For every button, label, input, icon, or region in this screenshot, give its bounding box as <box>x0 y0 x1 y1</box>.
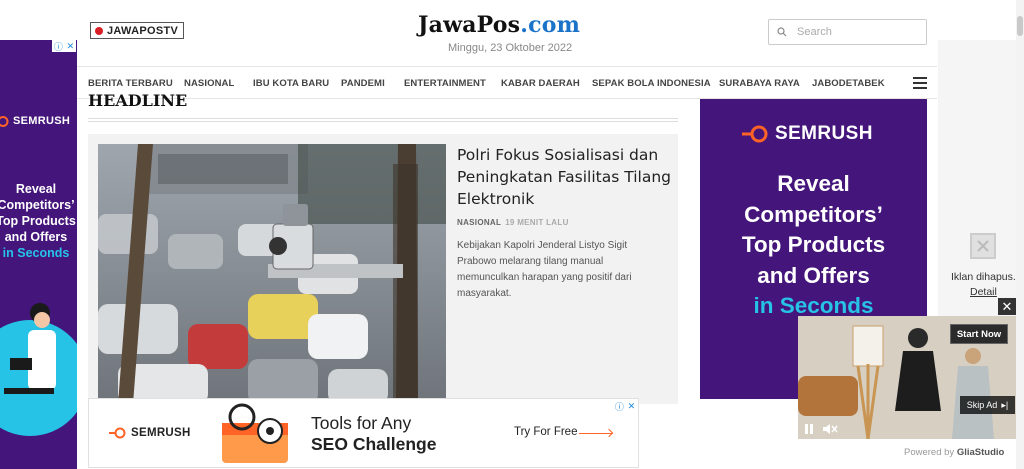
powered-by: Powered by GliaStudio <box>904 447 1005 458</box>
bottom-ad-line2: SEO Challenge <box>311 434 437 454</box>
article-category[interactable]: NASIONAL <box>457 218 501 227</box>
tv-badge-label: JAWAPOSTV <box>107 24 179 37</box>
site-logo[interactable]: JawaPos.com <box>418 12 580 38</box>
nav-item-entertainment[interactable]: ENTERTAINMENT <box>404 78 486 89</box>
section-title: HEADLINE <box>88 91 188 110</box>
page-scrollbar[interactable] <box>1016 0 1024 469</box>
mute-icon[interactable] <box>822 423 838 435</box>
logo-suffix-text: .com <box>520 12 581 38</box>
jawapos-tv-badge[interactable]: JAWAPOSTV <box>90 22 184 39</box>
article-photo[interactable] <box>98 144 446 404</box>
search-input[interactable]: Search <box>768 19 927 45</box>
semrush-logo: SEMRUSH <box>742 123 873 145</box>
section-divider <box>88 118 678 119</box>
traffic-camera-photo <box>98 144 446 404</box>
arrow-right-icon <box>579 433 612 434</box>
nav-item-nasional[interactable]: NASIONAL <box>184 78 234 89</box>
skip-arrow-icon: ▸| <box>1001 399 1009 410</box>
bottom-banner-ad[interactable]: ⓘ ✕ SEMRUSH Tools for Any SEO Challenge T… <box>88 398 639 468</box>
powered-brand[interactable]: GliaStudio <box>957 447 1005 458</box>
toolbox-illustration <box>222 403 288 463</box>
nav-item-jabodetabek[interactable]: JABODETABEK <box>812 78 885 89</box>
section-divider <box>88 121 678 122</box>
current-date: Minggu, 23 Oktober 2022 <box>448 42 573 54</box>
nav-item-surabaya-raya[interactable]: SURABAYA RAYA <box>719 78 800 89</box>
article-time: 19 MENIT LALU <box>505 218 569 227</box>
right-ad-copy: Reveal Competitors’ Top Products and Off… <box>741 171 886 318</box>
start-now-button[interactable]: Start Now <box>950 324 1008 344</box>
semrush-logo: SEMRUSH <box>0 115 70 127</box>
close-video-ad-button[interactable]: ✕ <box>998 298 1016 315</box>
nav-item-sepak-bola-indonesia[interactable]: SEPAK BOLA INDONESIA <box>592 78 711 89</box>
article-excerpt: Kebijakan Kapolri Jenderal Listyo Sigit … <box>457 240 632 299</box>
pause-icon[interactable] <box>803 423 815 435</box>
video-ad-player[interactable]: Start Now Skip Ad ▸| <box>798 316 1017 439</box>
scientist-illustration <box>0 303 77 436</box>
scrollbar-thumb[interactable] <box>1017 16 1023 36</box>
adchoices-icon[interactable]: ⓘ ✕ <box>52 40 76 52</box>
semrush-fire-icon <box>109 427 126 439</box>
semrush-fire-icon <box>742 125 768 143</box>
nav-item-kabar-daerah[interactable]: KABAR DAERAH <box>501 78 580 89</box>
search-placeholder: Search <box>797 26 832 38</box>
article-headline[interactable]: Polri Fokus Sosialisasi dan Peningkatan … <box>457 144 671 210</box>
ad-removed-detail-link[interactable]: Detail <box>970 286 997 298</box>
nav-item-pandemi[interactable]: PANDEMI <box>341 78 385 89</box>
semrush-logo: SEMRUSH <box>109 427 191 439</box>
left-side-ad[interactable]: ⓘ ✕ SEMRUSH Reveal Competitors’ Top Produ… <box>0 40 77 469</box>
skip-ad-button[interactable]: Skip Ad ▸| <box>960 396 1015 414</box>
nav-item-ibu-kota-baru[interactable]: IBU KOTA BARU <box>253 78 329 89</box>
ad-removed-text: Iklan dihapus. <box>951 271 1016 283</box>
semrush-fire-icon <box>0 115 9 127</box>
search-icon <box>777 27 787 37</box>
removed-ad-placeholder: Iklan dihapus. Detail <box>938 40 1024 320</box>
adchoices-icon[interactable]: ⓘ ✕ <box>613 400 637 412</box>
left-ad-copy: Reveal Competitors’ Top Products and Off… <box>0 182 76 260</box>
logo-main-text: JawaPos <box>418 12 521 38</box>
nav-item-berita-terbaru[interactable]: BERITA TERBARU <box>88 78 173 89</box>
bottom-ad-line1: Tools for Any <box>311 413 412 433</box>
live-dot-icon <box>95 26 103 35</box>
ad-removed-icon <box>970 233 996 259</box>
try-for-free-link[interactable]: Try For Free <box>514 426 577 438</box>
article-meta: NASIONAL 19 MENIT LALU <box>457 218 569 227</box>
hamburger-icon[interactable] <box>913 77 927 89</box>
